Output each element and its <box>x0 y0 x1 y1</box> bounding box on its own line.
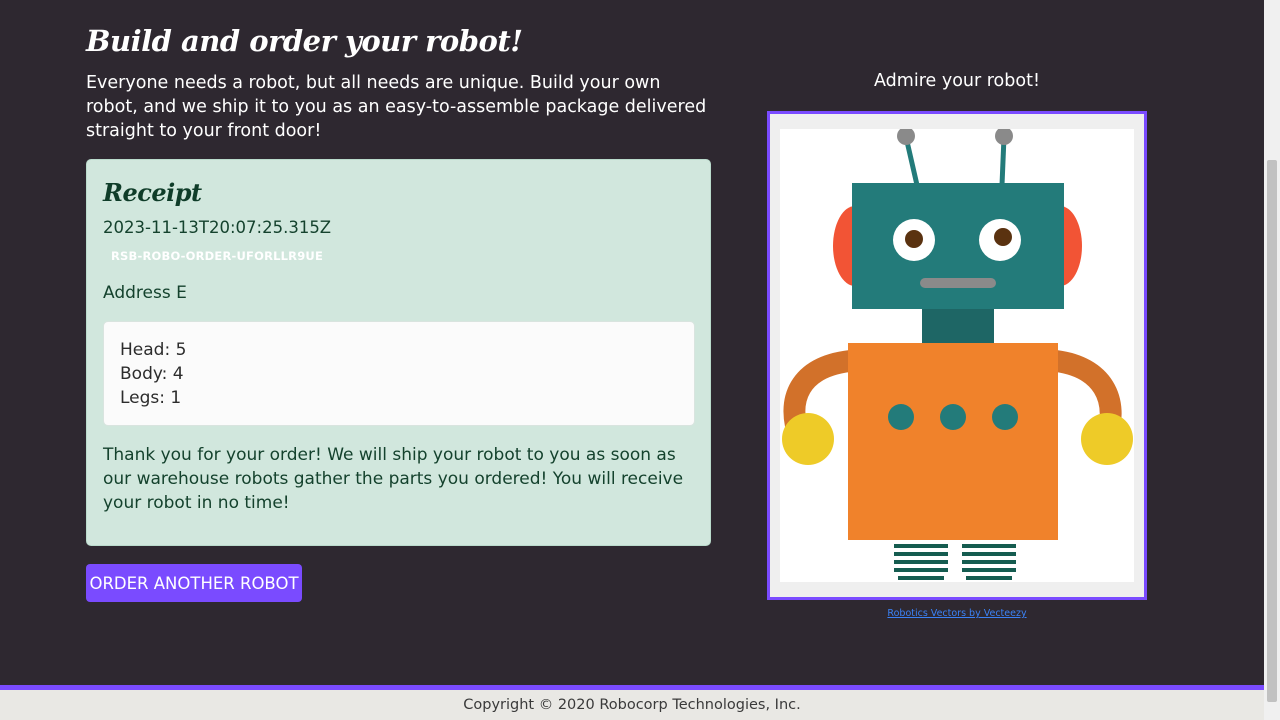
body-button-2 <box>940 404 966 430</box>
right-hand <box>1081 413 1133 465</box>
body-button-3 <box>992 404 1018 430</box>
left-leg <box>894 541 948 582</box>
page: Build and order your robot! Everyone nee… <box>0 0 1264 685</box>
part-head: Head: 5 <box>120 340 187 360</box>
robot-head <box>852 183 1064 309</box>
vecteezy-credit-link[interactable]: Robotics Vectors by Vecteezy <box>767 608 1147 619</box>
order-id-badge: RSB-ROBO-ORDER-UFORLLR9UE <box>111 249 324 263</box>
parts-list: Head: 5 Body: 4 Legs: 1 <box>103 321 695 426</box>
part-body: Body: 4 <box>120 364 184 384</box>
left-pupil <box>905 230 923 248</box>
intro-text: Everyone needs a robot, but all needs ar… <box>86 73 707 141</box>
left-hand <box>782 413 834 465</box>
left-antenna-tip <box>897 127 915 145</box>
receipt-timestamp: 2023-11-13T20:07:25.315Z <box>103 218 332 237</box>
page-scrollbar[interactable] <box>1264 0 1280 720</box>
robot-preview <box>780 127 1134 582</box>
scrollbar-thumb[interactable] <box>1267 160 1277 702</box>
right-antenna-tip <box>995 127 1013 145</box>
right-leg <box>962 541 1016 582</box>
robot-body <box>848 343 1058 540</box>
receipt-heading: Receipt <box>103 178 202 207</box>
robot-illustration <box>782 127 1133 582</box>
right-pupil <box>994 228 1012 246</box>
part-legs: Legs: 1 <box>120 388 182 408</box>
thank-you-message: Thank you for your order! We will ship y… <box>103 445 684 513</box>
footer: Copyright © 2020 Robocorp Technologies, … <box>0 685 1264 720</box>
receipt-panel: Receipt 2023-11-13T20:07:25.315Z RSB-ROB… <box>86 159 711 546</box>
page-title: Build and order your robot! <box>86 24 523 58</box>
robot-mouth <box>920 278 996 288</box>
body-button-1 <box>888 404 914 430</box>
receipt-address: Address E <box>103 283 187 303</box>
preview-heading: Admire your robot! <box>874 71 1040 91</box>
robot-preview-frame <box>767 111 1147 600</box>
order-another-robot-button[interactable]: ORDER ANOTHER ROBOT <box>86 564 302 602</box>
robot-neck <box>922 309 994 344</box>
copyright-text: Copyright © 2020 Robocorp Technologies, … <box>463 697 801 713</box>
